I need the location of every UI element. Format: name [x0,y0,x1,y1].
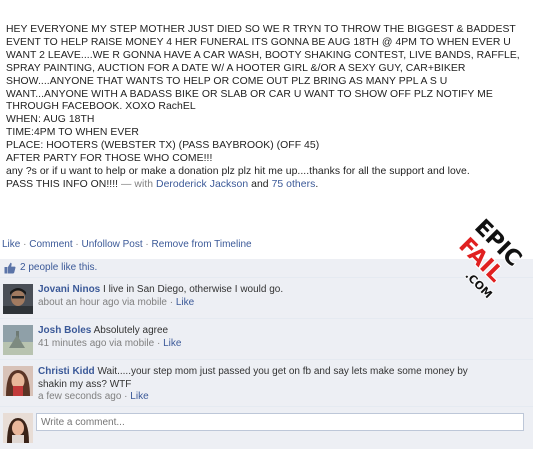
avatar [3,413,33,443]
comment-like-link[interactable]: Like [130,391,148,402]
comment-input[interactable] [36,413,524,431]
comment-like-link[interactable]: Like [163,338,181,349]
like-post-link[interactable]: Like [2,239,20,250]
comment-timestamp[interactable]: 41 minutes ago via mobile [38,338,154,349]
comment-item: Josh Boles Absolutely agree 41 minutes a… [0,319,533,360]
avatar[interactable] [3,325,33,355]
and-text: and [248,178,272,190]
likes-count-link[interactable]: 2 people like this. [20,262,97,273]
with-text: — with [118,178,157,190]
thumbs-up-icon [4,262,16,274]
comment-body: Christi Kidd Wait.....your step mom just… [38,366,468,402]
avatar[interactable] [3,366,33,396]
separator: · [72,239,82,250]
comment-text: Wait.....your step mom just passed you g… [38,366,468,390]
comment-body: Josh Boles Absolutely agree 41 minutes a… [38,325,182,349]
comment-timestamp: a few seconds ago [38,391,122,402]
comment-link[interactable]: Comment [29,239,72,250]
avatar[interactable] [3,284,33,314]
tagged-friend-link[interactable]: Deroderick Jackson [156,179,248,190]
separator: · [20,239,30,250]
post-body: HEY EVERYONE MY STEP MOTHER JUST DIED SO… [6,24,526,192]
commenter-name-link[interactable]: Christi Kidd [38,366,95,377]
remove-from-timeline-link[interactable]: Remove from Timeline [152,239,252,250]
comment-timestamp[interactable]: about an hour ago via mobile [38,297,167,308]
commenter-name-link[interactable]: Jovani Ninos [38,284,100,295]
period: . [315,178,319,190]
separator: · [142,239,152,250]
comment-like-link[interactable]: Like [176,297,194,308]
tagged-others-link[interactable]: 75 others [272,179,316,190]
comment-body: Jovani Ninos I live in San Diego, otherw… [38,284,284,308]
comment-text: I live in San Diego, otherwise I would g… [103,284,284,295]
comment-item: Christi Kidd Wait.....your step mom just… [0,360,533,407]
commenter-name-link[interactable]: Josh Boles [38,325,91,336]
write-comment-area [0,407,533,449]
unfollow-post-link[interactable]: Unfollow Post [82,239,143,250]
comment-text: Absolutely agree [93,325,169,336]
post-message: HEY EVERYONE MY STEP MOTHER JUST DIED SO… [6,24,520,190]
